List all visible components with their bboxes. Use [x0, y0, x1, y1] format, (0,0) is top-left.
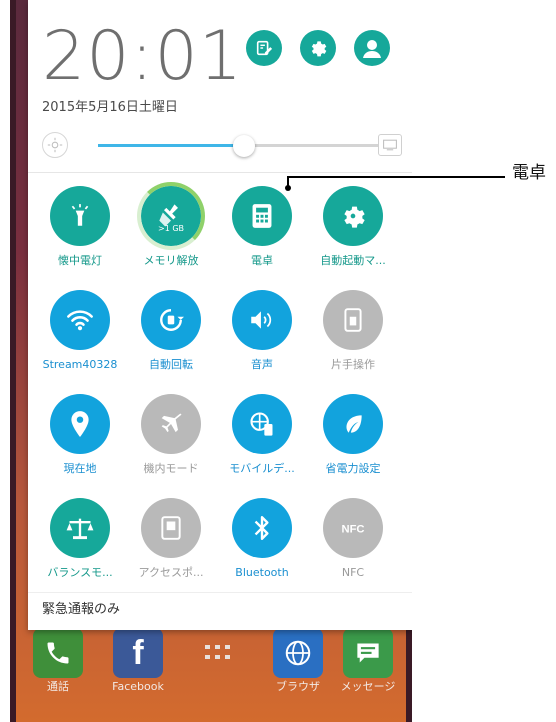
dock-app-messages[interactable]: メッセージ — [328, 628, 408, 693]
quick-toggle-label: バランスモ... — [47, 566, 113, 579]
quick-toggle-label: NFC — [341, 566, 365, 579]
quick-toggle-broom[interactable]: >1 GB メモリ解放 — [125, 182, 217, 267]
quick-toggle-label: 現在地 — [63, 462, 97, 475]
callout-dot — [285, 185, 291, 191]
outdoor-mode-button[interactable] — [378, 134, 402, 156]
balance-icon — [50, 498, 110, 558]
emergency-calls-only-text: 緊急通報のみ — [42, 602, 121, 617]
quick-toggle-leaf[interactable]: 省電力設定 — [307, 394, 399, 475]
gear-icon — [311, 41, 327, 57]
quick-toggle-label: 自動回転 — [149, 358, 193, 371]
quick-settings-panel: 20:01 2015年5月16日土曜日 懐中電灯 >1 GB メモリ解放 電卓 … — [28, 0, 412, 630]
brightness-row — [42, 132, 402, 160]
airplane-icon — [141, 394, 201, 454]
quick-toggle-access-point[interactable]: アクセスポ... — [125, 498, 217, 579]
message-icon — [343, 628, 393, 678]
globe-icon — [273, 628, 323, 678]
quick-toggle-label: Bluetooth — [235, 566, 289, 579]
memory-badge: >1 GB — [157, 224, 185, 233]
memory-usage-ring — [137, 182, 205, 250]
auto-brightness-icon — [47, 137, 63, 153]
calculator-icon — [232, 186, 292, 246]
dock-app-phone[interactable]: 通話 — [18, 628, 98, 693]
quick-toggle-label: 電卓 — [251, 254, 273, 267]
dock-app-label: ブラウザ — [276, 680, 320, 693]
brightness-slider[interactable] — [98, 135, 378, 157]
brightness-fill — [98, 144, 244, 147]
quick-toggle-bluetooth[interactable]: Bluetooth — [216, 498, 308, 579]
quick-toggle-wifi[interactable]: Stream40328 — [34, 290, 126, 371]
quick-toggle-balance[interactable]: バランスモ... — [34, 498, 126, 579]
dock-app-drawer[interactable] — [178, 628, 258, 678]
quick-toggle-auto-start-gear[interactable]: 自動起動マ... — [307, 186, 399, 267]
quick-toggle-one-hand[interactable]: 片手操作 — [307, 290, 399, 371]
edit-note-icon — [256, 40, 273, 56]
quick-toggle-label: Stream40328 — [42, 358, 118, 371]
quick-toggle-label: 機内モード — [143, 462, 199, 475]
quick-toggle-label: 自動起動マ... — [320, 254, 386, 267]
quick-toggle-label: アクセスポ... — [138, 566, 204, 579]
facebook-icon: f — [113, 628, 163, 678]
one-hand-icon — [323, 290, 383, 350]
svg-text:NFC: NFC — [342, 524, 365, 536]
quick-toggle-label: 音声 — [251, 358, 273, 371]
auto-start-gear-icon — [323, 186, 383, 246]
quick-toggle-airplane[interactable]: 機内モード — [125, 394, 217, 475]
quick-toggle-flashlight[interactable]: 懐中電灯 — [34, 186, 126, 267]
app-drawer-icon — [193, 628, 243, 678]
avatar-icon — [363, 40, 381, 58]
nfc-icon: NFC — [323, 498, 383, 558]
quick-toggle-mobile-data[interactable]: モバイルデ... — [216, 394, 308, 475]
quick-toggle-volume[interactable]: 音声 — [216, 290, 308, 371]
broom-icon: >1 GB — [137, 182, 205, 250]
wifi-icon — [50, 290, 110, 350]
callout-line-horizontal — [287, 176, 505, 178]
location-pin-icon — [50, 394, 110, 454]
dock-app-browser[interactable]: ブラウザ — [258, 628, 338, 693]
user-avatar-button[interactable] — [354, 30, 390, 66]
quick-toggle-nfc[interactable]: NFC NFC — [307, 498, 399, 579]
access-point-icon — [141, 498, 201, 558]
leaf-icon — [323, 394, 383, 454]
brightness-knob[interactable] — [232, 135, 255, 157]
quick-toggle-location-pin[interactable]: 現在地 — [34, 394, 126, 475]
quick-toggle-calculator[interactable]: 電卓 — [216, 186, 308, 267]
phone-screen: 通話 f Facebook ブラウザ メッセージ 20:01 2015年5月16… — [10, 0, 412, 722]
bluetooth-icon — [232, 498, 292, 558]
panel-divider — [28, 172, 412, 173]
auto-rotate-icon — [141, 290, 201, 350]
home-dock: 通話 f Facebook ブラウザ メッセージ — [10, 628, 412, 722]
quick-toggle-label: メモリ解放 — [143, 254, 199, 267]
dock-app-label: Facebook — [112, 680, 164, 693]
mobile-data-icon — [232, 394, 292, 454]
quick-toggle-label: 懐中電灯 — [58, 254, 102, 267]
edit-note-button[interactable] — [246, 30, 282, 66]
phone-icon — [33, 628, 83, 678]
auto-brightness-button[interactable] — [42, 132, 68, 158]
clock-date: 2015年5月16日土曜日 — [42, 100, 178, 115]
quick-toggle-label: 片手操作 — [331, 358, 375, 371]
panel-divider-bottom — [28, 592, 412, 593]
volume-icon — [232, 290, 292, 350]
quick-toggle-label: モバイルデ... — [229, 462, 295, 475]
quick-toggle-label: 省電力設定 — [325, 462, 381, 475]
callout-label: 電卓 — [512, 163, 546, 183]
clock-time: 20:01 — [42, 17, 243, 96]
settings-button[interactable] — [300, 30, 336, 66]
phone-bezel-left — [10, 0, 16, 722]
dock-app-facebook[interactable]: f Facebook — [98, 628, 178, 693]
dock-app-label: 通話 — [47, 680, 69, 693]
outdoor-mode-icon — [383, 139, 397, 151]
dock-app-label: メッセージ — [340, 680, 396, 693]
quick-toggle-auto-rotate[interactable]: 自動回転 — [125, 290, 217, 371]
flashlight-icon — [50, 186, 110, 246]
